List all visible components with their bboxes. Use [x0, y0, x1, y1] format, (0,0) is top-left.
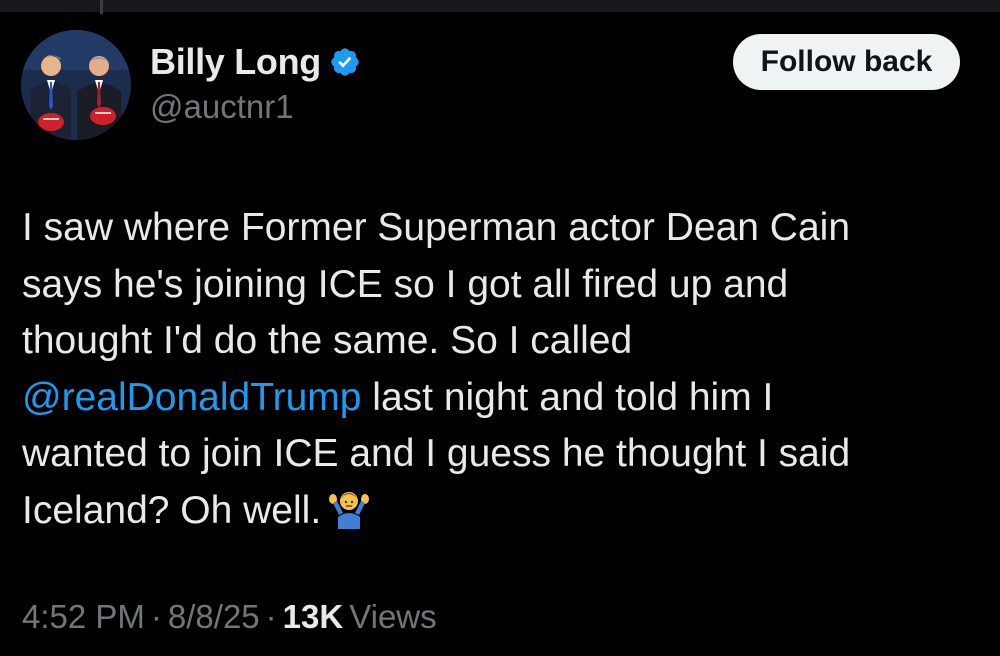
top-bar — [0, 0, 1000, 14]
author-display-name[interactable]: Billy Long — [150, 41, 321, 83]
tweet-line-last: Iceland? Oh well. — [22, 483, 962, 540]
views-count[interactable]: 13K — [283, 598, 344, 635]
author-name-row: Billy Long — [150, 40, 361, 84]
avatar[interactable] — [21, 30, 131, 140]
tweet: Billy Long @auctnr1 Follow back I saw wh… — [0, 12, 1000, 656]
tweet-meta: 4:52 PM · 8/8/25 · 13K Views — [22, 598, 437, 636]
tweet-line: thought I'd do the same. So I called — [22, 319, 633, 362]
tweet-line: wanted to join ICE and I guess he though… — [22, 432, 851, 475]
tweet-line: says he's joining ICE so I got all fired… — [22, 262, 789, 306]
tweet-line-text: Iceland? Oh well. — [22, 488, 322, 532]
meta-separator: · — [150, 598, 162, 635]
avatar-photo — [21, 30, 131, 140]
mention-link[interactable]: @realDonaldTrump — [22, 376, 361, 419]
tweet-line: I saw where Former Superman actor Dean C… — [22, 206, 851, 249]
tweet-line-rest: last night and told him I — [361, 375, 774, 419]
views-label[interactable]: Views — [349, 598, 436, 635]
verified-badge-icon[interactable] — [329, 46, 361, 78]
tweet-text: I saw where Former Superman actor Dean C… — [22, 200, 962, 539]
meta-separator: · — [265, 598, 277, 635]
tweet-line-mention: @realDonaldTrump last night and told him… — [22, 370, 962, 427]
author-handle[interactable]: @auctnr1 — [150, 88, 361, 126]
tweet-date[interactable]: 8/8/25 — [168, 598, 260, 635]
author-block: Billy Long @auctnr1 — [150, 40, 361, 126]
tweet-time[interactable]: 4:52 PM — [22, 598, 145, 635]
follow-back-button[interactable]: Follow back — [733, 34, 960, 90]
person-shrugging-emoji-icon — [327, 485, 371, 529]
